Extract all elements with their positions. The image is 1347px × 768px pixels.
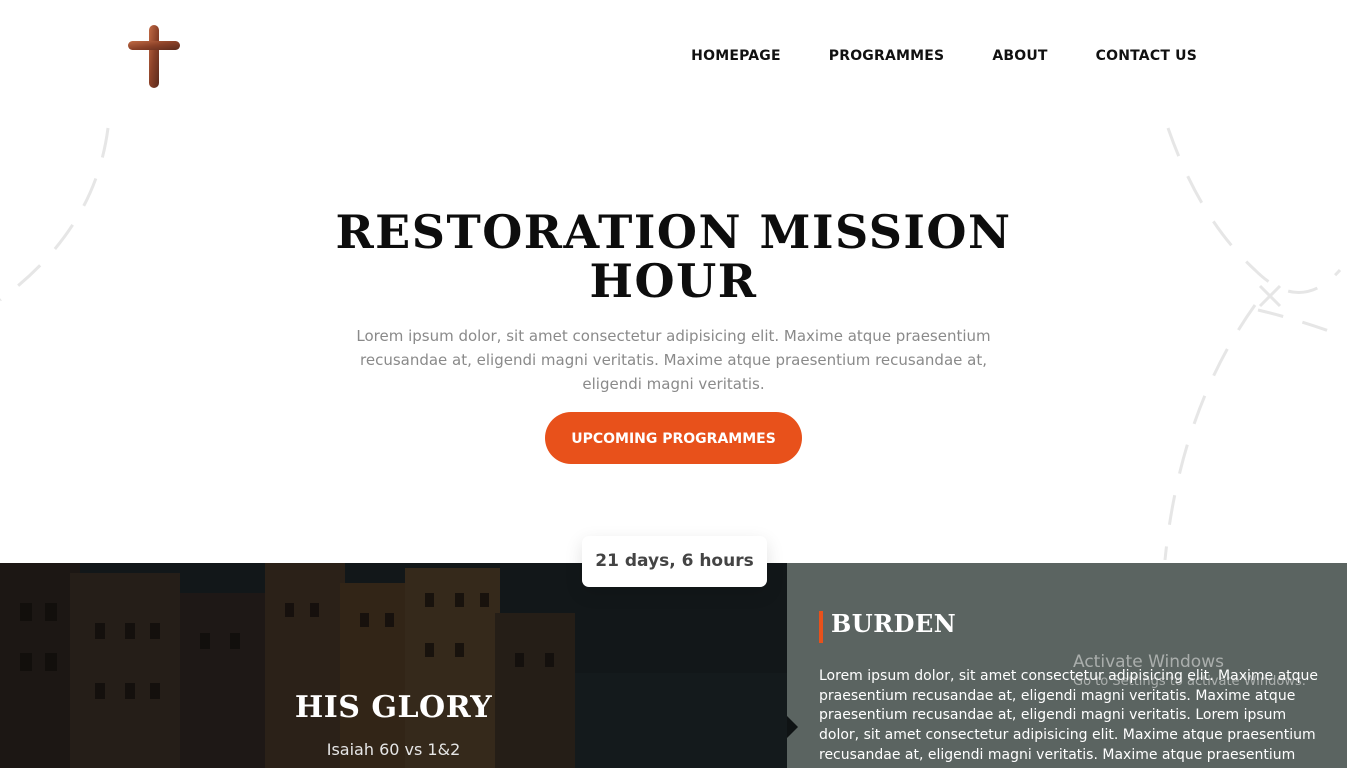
his-glory-panel: [0, 563, 787, 768]
watermark-title: Activate Windows: [1073, 652, 1224, 672]
hero-description: Lorem ipsum dolor, sit amet consectetur …: [356, 327, 991, 393]
nav-about[interactable]: ABOUT: [992, 48, 1047, 64]
nav-homepage[interactable]: HOMEPAGE: [691, 48, 781, 64]
burden-title: BURDEN: [831, 609, 957, 638]
panel-arrow-icon: [787, 716, 798, 738]
his-glory-scripture: Isaiah 60 vs 1&2: [326, 740, 461, 759]
main-navigation: HOMEPAGE PROGRAMMES ABOUT CONTACT US: [691, 48, 1197, 64]
cross-logo-icon[interactable]: [128, 24, 180, 90]
upcoming-programmes-button[interactable]: UPCOMING PROGRAMMES: [545, 412, 802, 464]
activate-windows-watermark: Activate Windows Go to Settings to activ…: [1073, 652, 1306, 689]
countdown-badge: 21 days, 6 hours: [582, 536, 767, 587]
watermark-subtitle: Go to Settings to activate Windows.: [1073, 674, 1306, 689]
his-glory-title: HIS GLORY: [294, 690, 493, 725]
nav-programmes[interactable]: PROGRAMMES: [829, 48, 945, 64]
hero-title-line2: HOUR: [589, 254, 758, 308]
burden-accent-bar: [819, 611, 823, 643]
hero-title: RESTORATION MISSION HOUR: [314, 208, 1034, 306]
hero-title-line1: RESTORATION MISSION: [335, 205, 1012, 259]
hero-section: RESTORATION MISSION HOUR Lorem ipsum dol…: [0, 208, 1347, 464]
nav-contact-us[interactable]: CONTACT US: [1096, 48, 1197, 64]
town-background-image: [0, 563, 787, 768]
